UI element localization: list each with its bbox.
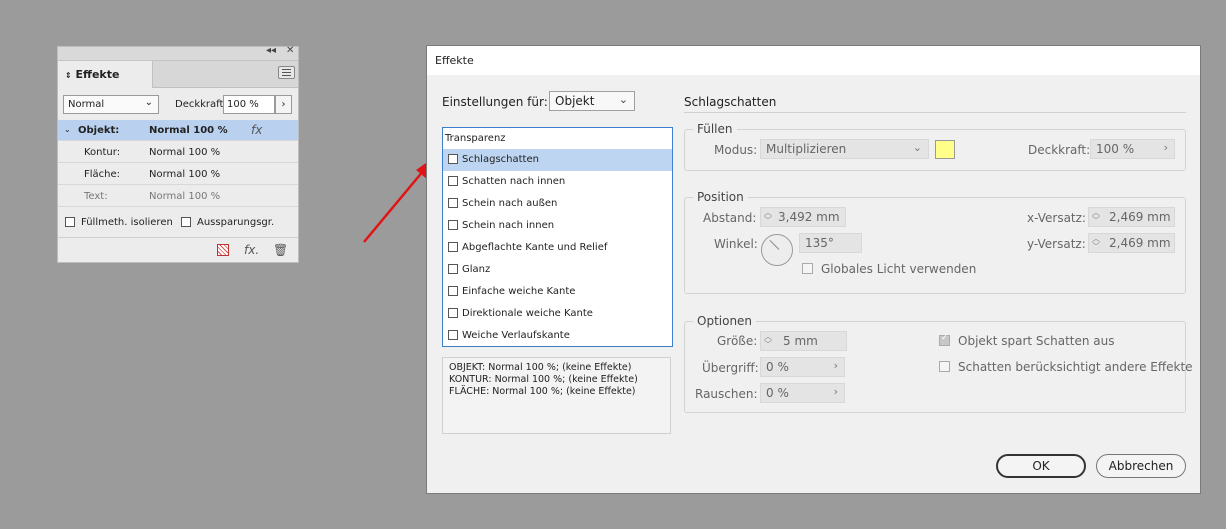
angle-field[interactable]: 135°: [799, 233, 862, 253]
effect-schein-nach-innen[interactable]: Schein nach innen: [443, 215, 672, 237]
distance-field[interactable]: ︿ ﹀ 3,492 mm: [760, 207, 846, 227]
dialog-title: Effekte: [427, 46, 1200, 75]
fill-opacity-label: Deckkraft:: [1028, 143, 1091, 157]
effect-checkbox[interactable]: [448, 176, 458, 186]
effect-glanz[interactable]: Glanz: [443, 259, 672, 281]
effect-label: Direktionale weiche Kante: [462, 308, 593, 319]
spinner-icon[interactable]: ︿ ﹀: [1092, 209, 1100, 225]
noise-label: Rauschen:: [695, 387, 758, 401]
honors-effects-checkbox[interactable]: [939, 361, 950, 372]
fill-group-title: Füllen: [693, 122, 737, 136]
fill-mode-label: Modus:: [714, 143, 758, 157]
fill-mode-select[interactable]: Multiplizieren ⌄: [760, 139, 929, 159]
x-offset-label: x-Versatz:: [1027, 211, 1086, 225]
check-icon: ✓: [941, 333, 949, 343]
effects-dialog: Effekte Einstellungen für: Objekt ⌄ Tran…: [426, 45, 1201, 494]
distance-label: Abstand:: [703, 211, 757, 225]
summary-line: OBJEKT: Normal 100 %; (keine Effekte): [449, 362, 632, 373]
settings-summary: OBJEKT: Normal 100 %; (keine Effekte) KO…: [442, 357, 671, 434]
knocks-out-label: Objekt spart Schatten aus: [958, 334, 1115, 348]
angle-value: 135°: [805, 236, 834, 250]
honors-effects-label: Schatten berücksichtigt andere Effekte: [958, 360, 1193, 374]
cancel-button[interactable]: Abbrechen: [1096, 454, 1186, 478]
knocks-out-checkbox[interactable]: ✓: [939, 333, 950, 346]
effect-label: Einfache weiche Kante: [462, 286, 576, 297]
effect-direktionale-weiche-kante[interactable]: Direktionale weiche Kante: [443, 303, 672, 325]
global-light-label: Globales Licht verwenden: [821, 262, 977, 276]
spread-field[interactable]: 0 % ›: [760, 357, 845, 377]
shadow-color-swatch[interactable]: [935, 140, 955, 159]
effect-einfache-weiche-kante[interactable]: Einfache weiche Kante: [443, 281, 672, 303]
fill-opacity-value: 100 %: [1096, 142, 1135, 156]
effect-schatten-nach-innen[interactable]: Schatten nach innen: [443, 171, 672, 193]
y-offset-field[interactable]: ︿ ﹀ 2,469 mm: [1088, 233, 1175, 253]
effect-label: Schein nach außen: [462, 198, 558, 209]
ok-button[interactable]: OK: [996, 454, 1086, 478]
effect-label: Schlagschatten: [462, 154, 539, 165]
effect-checkbox[interactable]: [448, 330, 458, 340]
spinner-icon[interactable]: ︿ ﹀: [1092, 235, 1100, 251]
distance-value: 3,492 mm: [778, 210, 840, 224]
chevron-right-icon: ›: [833, 385, 838, 398]
effect-transparenz-label: Transparenz: [445, 133, 506, 144]
noise-field[interactable]: 0 % ›: [760, 383, 845, 403]
effect-label: Schatten nach innen: [462, 176, 566, 187]
angle-dial-icon[interactable]: [761, 234, 793, 266]
size-label: Größe:: [717, 334, 758, 348]
spread-value: 0 %: [766, 360, 789, 374]
effect-transparenz[interactable]: Transparenz: [443, 128, 672, 150]
chevron-right-icon: ›: [1163, 141, 1168, 154]
y-offset-value: 2,469 mm: [1109, 236, 1171, 250]
effect-checkbox[interactable]: [448, 308, 458, 318]
fill-mode-value: Multiplizieren: [766, 142, 847, 156]
chevron-right-icon: ›: [833, 359, 838, 372]
chevron-down-icon: ⌄: [618, 93, 628, 106]
effect-abgeflachte-kante[interactable]: Abgeflachte Kante und Relief: [443, 237, 672, 259]
divider: [684, 112, 1186, 113]
fill-opacity-field[interactable]: 100 % ›: [1090, 139, 1175, 159]
size-field[interactable]: ︿ ﹀ 5 mm: [760, 331, 847, 351]
effect-label: Schein nach innen: [462, 220, 555, 231]
settings-for-label: Einstellungen für:: [442, 95, 548, 109]
noise-value: 0 %: [766, 386, 789, 400]
effect-schlagschatten[interactable]: Schlagschatten: [443, 149, 672, 171]
effect-label: Abgeflachte Kante und Relief: [462, 242, 608, 253]
effect-label: Weiche Verlaufskante: [462, 330, 570, 341]
summary-line: FLÄCHE: Normal 100 %; (keine Effekte): [449, 386, 636, 397]
effect-checkbox[interactable]: [448, 264, 458, 274]
x-offset-field[interactable]: ︿ ﹀ 2,469 mm: [1088, 207, 1175, 227]
settings-for-select[interactable]: Objekt ⌄: [549, 91, 635, 111]
effect-checkbox[interactable]: [448, 154, 458, 164]
y-offset-label: y-Versatz:: [1027, 237, 1086, 251]
angle-label: Winkel:: [714, 237, 758, 251]
summary-line: KONTUR: Normal 100 %; (keine Effekte): [449, 374, 638, 385]
effect-weiche-verlaufskante[interactable]: Weiche Verlaufskante: [443, 325, 672, 347]
spinner-icon[interactable]: ︿ ﹀: [764, 209, 772, 225]
size-value: 5 mm: [783, 334, 818, 348]
settings-for-value: Objekt: [555, 94, 595, 108]
effects-list: Transparenz Schlagschatten Schatten nach…: [442, 127, 673, 347]
effect-label: Glanz: [462, 264, 491, 275]
position-group-title: Position: [693, 190, 748, 204]
spread-label: Übergriff:: [702, 361, 759, 375]
chevron-down-icon: ⌄: [912, 141, 922, 154]
options-group-title: Optionen: [693, 314, 757, 328]
section-title: Schlagschatten: [684, 95, 777, 109]
effect-checkbox[interactable]: [448, 286, 458, 296]
effect-checkbox[interactable]: [448, 198, 458, 208]
effect-checkbox[interactable]: [448, 220, 458, 230]
spinner-icon[interactable]: ︿ ﹀: [764, 333, 772, 349]
global-light-checkbox[interactable]: [802, 263, 813, 274]
effect-checkbox[interactable]: [448, 242, 458, 252]
x-offset-value: 2,469 mm: [1109, 210, 1171, 224]
effect-schein-nach-aussen[interactable]: Schein nach außen: [443, 193, 672, 215]
